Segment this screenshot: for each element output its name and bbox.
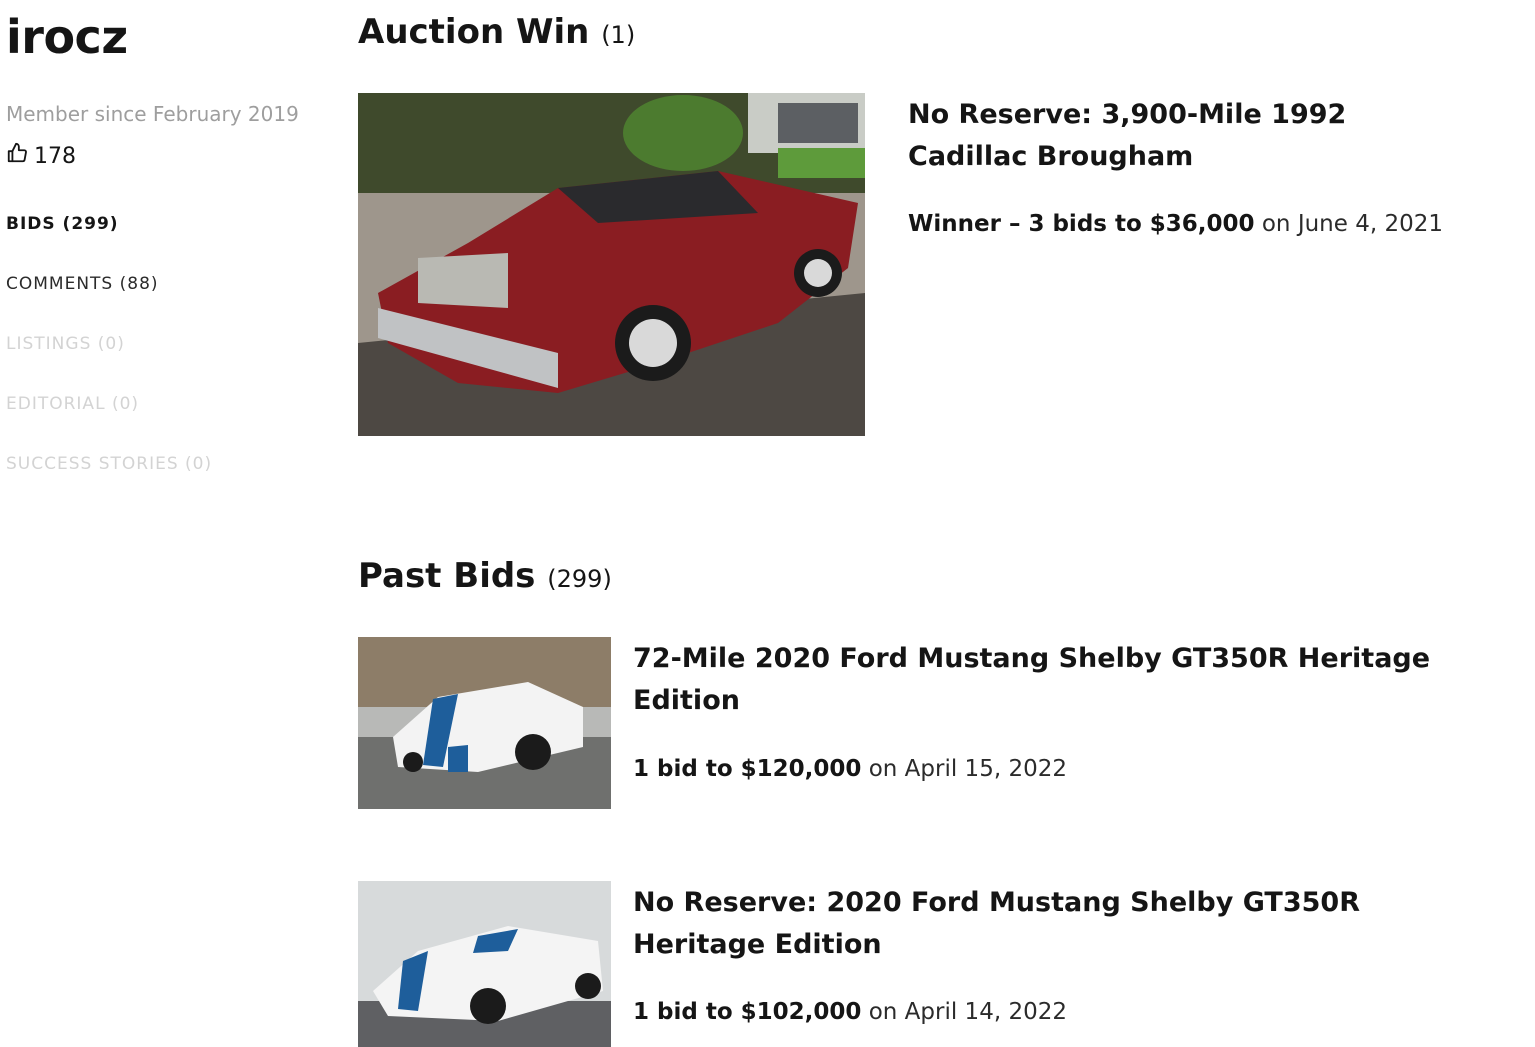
likes-value: 178 — [34, 143, 76, 169]
thumbs-up-icon — [6, 142, 28, 170]
member-since: Member since February 2019 — [6, 102, 299, 126]
auction-win-item-title[interactable]: No Reserve: 3,900-Mile 1992 Cadillac Bro… — [908, 94, 1468, 178]
nav-bids[interactable]: BIDS (299) — [6, 214, 119, 234]
auction-win-heading: Auction Win (1) — [358, 12, 635, 52]
past-bids-title: Past Bids — [358, 556, 536, 596]
mustang-gt350r-thumbnail[interactable] — [358, 637, 611, 809]
past-bid-item-result-bold: 1 bid to $120,000 — [633, 756, 862, 782]
nav-editorial: EDITORIAL (0) — [6, 394, 140, 414]
mustang-gt350r-no-reserve-thumbnail[interactable] — [358, 881, 611, 1047]
auction-win-count: (1) — [601, 21, 636, 49]
auction-win-item-result-bold: Winner – 3 bids to $36,000 — [908, 211, 1255, 237]
likes-count: 178 — [6, 142, 76, 170]
nav-comments[interactable]: COMMENTS (88) — [6, 274, 159, 294]
auction-win-title: Auction Win — [358, 12, 590, 52]
past-bid-item-result-bold: 1 bid to $102,000 — [633, 999, 862, 1025]
past-bid-item-title[interactable]: 72-Mile 2020 Ford Mustang Shelby GT350R … — [633, 638, 1453, 722]
nav-success-stories: SUCCESS STORIES (0) — [6, 454, 213, 474]
past-bid-item-result-date: on April 14, 2022 — [868, 999, 1067, 1025]
cadillac-thumbnail[interactable] — [358, 93, 865, 436]
auction-win-item-result: Winner – 3 bids to $36,000 on June 4, 20… — [908, 211, 1443, 237]
username: irocz — [6, 10, 128, 64]
past-bids-count: (299) — [547, 565, 612, 593]
nav-listings: LISTINGS (0) — [6, 334, 125, 354]
past-bid-item-title[interactable]: No Reserve: 2020 Ford Mustang Shelby GT3… — [633, 882, 1453, 966]
past-bid-item-result-date: on April 15, 2022 — [868, 756, 1067, 782]
past-bid-item-result: 1 bid to $102,000 on April 14, 2022 — [633, 999, 1067, 1025]
auction-win-item-result-date: on June 4, 2021 — [1261, 211, 1444, 237]
past-bid-item-result: 1 bid to $120,000 on April 15, 2022 — [633, 756, 1067, 782]
past-bids-heading: Past Bids (299) — [358, 556, 612, 596]
